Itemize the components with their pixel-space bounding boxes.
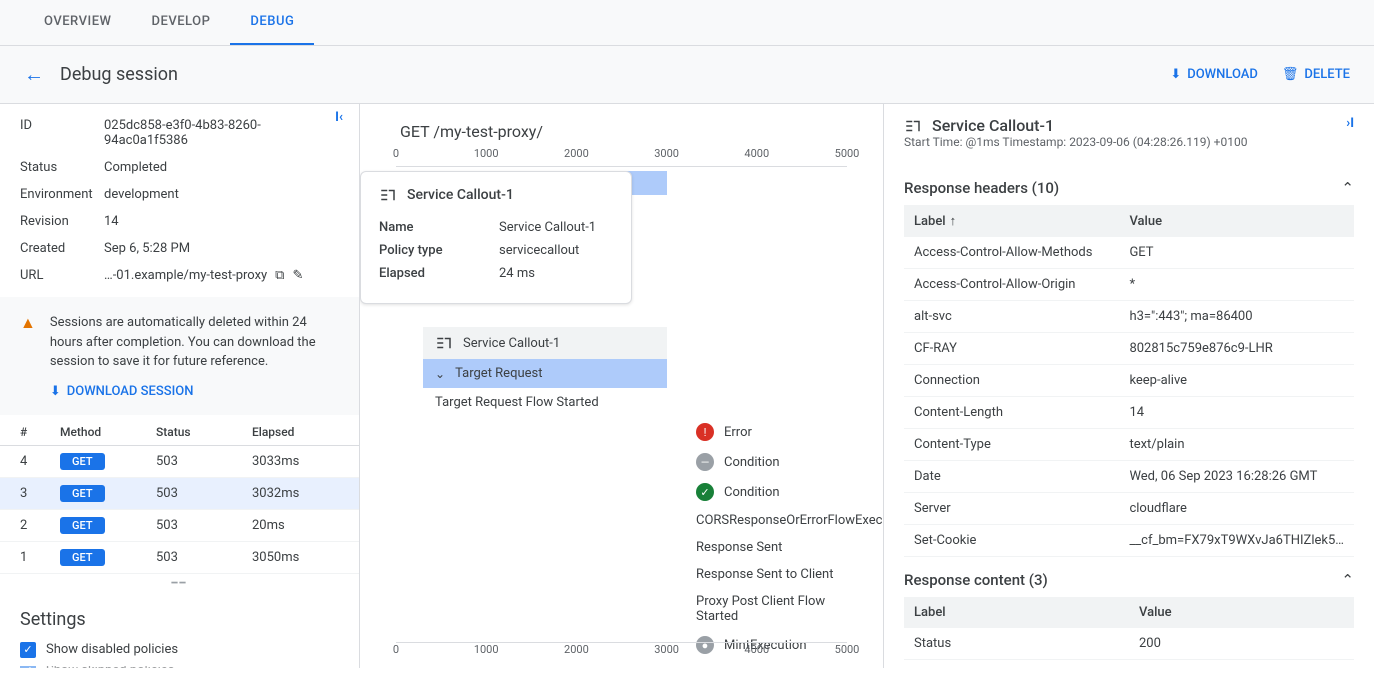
event-row[interactable]: Response Sent to Client [396, 561, 847, 588]
copy-icon[interactable]: ⧉ [275, 268, 284, 283]
table-row: Content-Typetext/plain [904, 429, 1354, 461]
timeline-row-service-callout[interactable]: Service Callout-1 [423, 327, 667, 359]
tab-debug[interactable]: DEBUG [230, 0, 314, 45]
table-row: Reason phraseOK [904, 660, 1354, 669]
condition-false-icon: — [696, 453, 714, 471]
checkbox-show-skipped[interactable]: ✓ Show skipped policies [20, 666, 339, 669]
table-row[interactable]: 4GET5033033ms [0, 446, 359, 478]
table-row: DateWed, 06 Sep 2023 16:28:26 GMT [904, 461, 1354, 493]
section-title-response-content: Response content (3) [904, 571, 1048, 589]
chevron-down-icon: ⌄ [435, 367, 445, 381]
right-subtitle: Start Time: @1ms Timestamp: 2023-09-06 (… [904, 135, 1247, 149]
resize-handle[interactable]: ━━ [0, 578, 359, 589]
detail-label: ID [20, 118, 104, 148]
method-badge: GET [60, 549, 105, 566]
collapse-left-icon[interactable]: I‹ [335, 110, 343, 125]
event-row[interactable]: Proxy Post Client Flow Started [396, 588, 847, 630]
warning-box: ▲ Sessions are automatically deleted wit… [0, 297, 359, 415]
event-row[interactable]: —Condition [396, 447, 847, 477]
ruler: 010002000300040005000 [396, 147, 847, 167]
collapse-right-icon[interactable]: ›I [1346, 116, 1354, 131]
response-content-table: Label Value Status200Reason phraseOKBody… [904, 597, 1354, 668]
tabs: OVERVIEW DEVELOP DEBUG [0, 0, 1374, 46]
error-icon: ! [696, 423, 714, 441]
tab-overview[interactable]: OVERVIEW [24, 0, 131, 45]
table-row: Servercloudflare [904, 493, 1354, 525]
sort-label[interactable]: Label↑ [904, 205, 1119, 237]
settings-title: Settings [20, 609, 339, 630]
condition-true-icon: ✓ [696, 483, 714, 501]
method-badge: GET [60, 485, 105, 502]
table-row: Connectionkeep-alive [904, 365, 1354, 397]
timeline-row-flow-started[interactable]: Target Request Flow Started [423, 388, 667, 417]
event-row[interactable]: !Error [396, 417, 847, 447]
ruler: 010002000300040005000 [396, 642, 847, 662]
request-title: GET /my-test-proxy/ [360, 104, 883, 147]
section-title-response-headers: Response headers (10) [904, 179, 1059, 197]
left-panel: I‹ ID025dc858-e3f0-4b83-8260-94ac0a1f538… [0, 104, 360, 668]
response-headers-table: Label↑ Value Access-Control-Allow-Method… [904, 205, 1354, 557]
warning-icon: ▲ [20, 313, 36, 399]
table-row[interactable]: 2GET50320ms [0, 510, 359, 542]
back-icon[interactable]: ← [24, 62, 44, 87]
policy-icon [904, 117, 922, 135]
event-row[interactable]: Response Sent [396, 534, 847, 561]
right-panel: Service Callout-1 Start Time: @1ms Times… [884, 104, 1374, 668]
table-row: Content-Length14 [904, 397, 1354, 429]
method-badge: GET [60, 517, 105, 534]
table-row: Access-Control-Allow-Origin* [904, 269, 1354, 301]
delete-button[interactable]: 🗑 DELETE [1282, 67, 1350, 82]
table-row: CF-RAY802815c759e876c9-LHR [904, 333, 1354, 365]
sort-arrow-icon: ↑ [950, 214, 957, 229]
checkbox-icon: ✓ [20, 642, 36, 658]
chevron-up-icon[interactable]: ⌃ [1341, 571, 1354, 589]
tooltip-card: Service Callout-1 NameService Callout-1 … [360, 171, 632, 304]
policy-icon [379, 186, 397, 204]
delete-icon: 🗑 [1282, 67, 1299, 82]
chevron-up-icon[interactable]: ⌃ [1341, 179, 1354, 197]
download-session-button[interactable]: ⬇ DOWNLOAD SESSION [50, 384, 339, 399]
page-header: ← Debug session ⬇ DOWNLOAD 🗑 DELETE [0, 46, 1374, 104]
table-row: Status200 [904, 628, 1354, 660]
edit-icon[interactable]: ✎ [292, 268, 303, 283]
tab-develop[interactable]: DEVELOP [131, 0, 230, 45]
checkbox-icon: ✓ [20, 666, 36, 669]
page-title: Debug session [60, 64, 178, 85]
table-row: Set-Cookie__cf_bm=FX79xT9WXvJa6THIZlek5… [904, 525, 1354, 557]
download-icon: ⬇ [50, 384, 61, 399]
download-icon: ⬇ [1170, 67, 1181, 82]
timeline-row-target-request[interactable]: ⌄ Target Request [423, 359, 667, 388]
download-button[interactable]: ⬇ DOWNLOAD [1170, 67, 1258, 82]
right-title: Service Callout-1 [932, 116, 1054, 135]
method-badge: GET [60, 453, 105, 470]
policy-icon [435, 334, 453, 352]
table-row: Access-Control-Allow-MethodsGET [904, 237, 1354, 269]
table-row[interactable]: 1GET5033050ms [0, 542, 359, 574]
detail-value: 025dc858-e3f0-4b83-8260-94ac0a1f5386 [104, 118, 339, 148]
center-panel: GET /my-test-proxy/ 01000200030004000500… [360, 104, 884, 668]
event-row[interactable]: CORSResponseOrErrorFlowExecu [396, 507, 847, 534]
event-row[interactable]: ✓Condition [396, 477, 847, 507]
table-row[interactable]: 3GET5033032ms [0, 478, 359, 510]
checkbox-show-disabled[interactable]: ✓ Show disabled policies [20, 642, 339, 658]
table-row: alt-svch3=":443"; ma=86400 [904, 301, 1354, 333]
